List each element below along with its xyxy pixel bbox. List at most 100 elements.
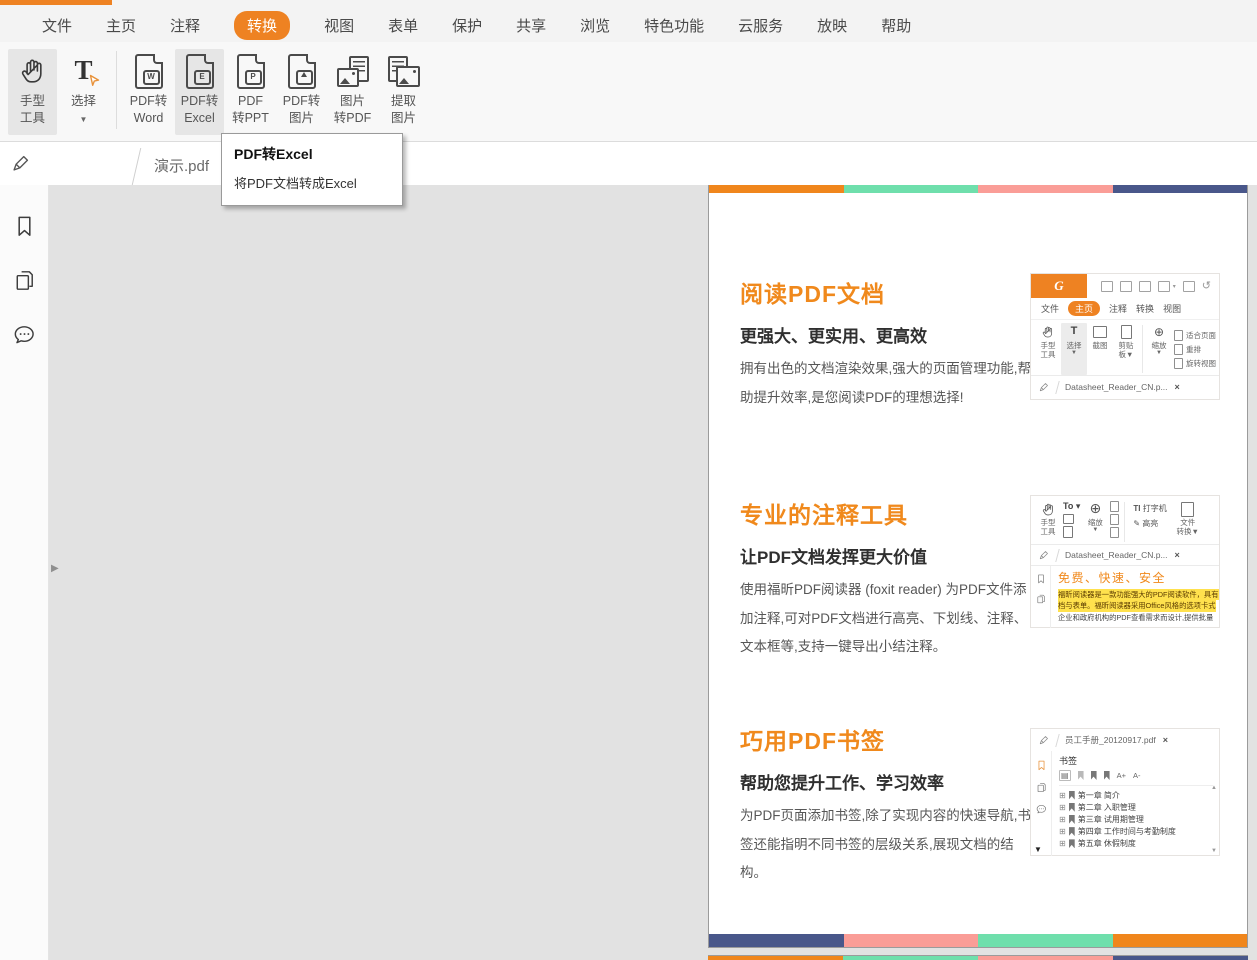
mini-select-tool: T 选择▼ [1061,323,1087,375]
menu-item-present[interactable]: 放映 [817,15,847,36]
pdf-to-ppt-button[interactable]: P PDF 转PPT [226,49,275,135]
section-heading: 专业的注释工具 [740,496,1032,530]
list-icon: ▤ [1059,770,1071,781]
tool-label: 转PPT [232,111,269,125]
close-icon: × [1175,550,1180,560]
text-larger-icon: A+ [1117,771,1126,780]
foxit-reader-window: 文件 主页 注释 转换 视图 表单 保护 共享 浏览 特色功能 云服务 放映 帮… [0,0,1257,960]
pencil-edit-icon[interactable] [10,152,32,174]
menu-item-form[interactable]: 表单 [388,15,418,36]
page-top-color-bar [708,956,1248,960]
screenshot-reader-ui: G ▾ ↺ 文件 主页 注释 转 [1030,273,1220,400]
text-smaller-icon: A- [1133,771,1141,780]
tab-slant [1055,734,1059,747]
clipboard-icon [1063,526,1073,538]
caret-down-icon: ▾ [1173,283,1176,290]
menu-item-help[interactable]: 帮助 [881,15,911,36]
open-icon [1101,281,1113,292]
highlight-pen-icon: ✎ [1133,519,1140,528]
screenshot-bookmarks-ui: 员工手册_20120917.pdf × ▼ 书签 [1030,728,1220,856]
section-read-pdf: 阅读PDF文档 更强大、更实用、更高效 拥有出色的文档渲染效果,强大的页面管理功… [740,275,1032,412]
snapshot-icon [1093,323,1107,341]
section-body: 为PDF页面添加书签,除了实现内容的快速导航,书签还能指明不同书签的层级关系,展… [740,802,1032,888]
accent-bar [0,0,112,5]
menu-item-convert-active[interactable]: 转换 [234,11,290,40]
panel-expand-arrow[interactable]: ▶ [51,563,59,574]
scroll-down-icon: ▼ [1211,848,1217,854]
bookmark-icon-active [1035,759,1048,772]
close-icon: × [1163,735,1168,745]
menu-item-features[interactable]: 特色功能 [644,15,704,36]
typewriter-tool: TI 打字机 [1133,503,1166,514]
mini-tab-filename: Datasheet_Reader_CN.p... [1065,550,1168,560]
pdf-to-image-button[interactable]: PDF转图片 [277,49,326,135]
menu-item-cloud[interactable]: 云服务 [738,15,783,36]
menu-item-home[interactable]: 主页 [106,15,136,36]
menu-item-share[interactable]: 共享 [516,15,546,36]
bookmarks-panel-button[interactable] [11,213,38,240]
bookmark-icon [1069,791,1075,800]
screenshot-annotation-ui: 手型工具 To ▾ ⊕ 缩放▼ [1030,495,1220,628]
toolbar-separator [116,51,117,129]
close-icon: × [1175,382,1180,392]
hand-icon [18,49,48,93]
page-icon [1183,281,1195,292]
dropdown-caret: ▼ [80,115,88,124]
bookmark-icon [1069,803,1075,812]
menu-item-view[interactable]: 视图 [324,15,354,36]
menu-items: 文件 主页 注释 转换 视图 表单 保护 共享 浏览 特色功能 云服务 放映 帮… [0,0,1257,46]
pdf-to-excel-button[interactable]: E PDF转Excel [175,49,224,135]
tool-label: PDF转 [181,94,219,108]
cursor-icon [88,74,101,87]
scroll-up-icon: ▲ [1211,785,1217,791]
rotate-view-icon [1174,358,1183,369]
tool-label: 手型 [20,94,45,108]
menu-item-comment[interactable]: 注释 [170,15,200,36]
section-subheading: 更强大、更实用、更高效 [740,322,1032,347]
tool-label: PDF转 [130,94,168,108]
menu-item-protect[interactable]: 保护 [452,15,482,36]
zoom-icon: ⊕ [1089,500,1101,518]
mini-zoom-tool: ⊕ 缩放▼ [1146,323,1172,375]
mini-tab-filename: Datasheet_Reader_CN.p... [1065,382,1168,392]
tool-label: Word [134,111,164,125]
comment-icon [1035,803,1048,816]
image-to-pdf-button[interactable]: 图片转PDF [328,49,377,135]
foxit-logo: G [1031,274,1087,298]
mini-menu-convert: 转换 [1136,302,1154,315]
pages-icon [1035,593,1047,605]
section-heading: 阅读PDF文档 [740,275,1032,309]
mini-doc-heading: 免费、快速、安全 [1058,569,1215,586]
bookmark-down-icon [1104,771,1110,780]
hand-icon [1041,500,1056,518]
badge-p: P [245,70,262,85]
reflow-icon [1174,344,1183,355]
tool-label: PDF [238,94,263,108]
mini-menu-view: 视图 [1163,302,1181,315]
bookmark-row: ⊞第三章 试用期管理 [1059,813,1213,825]
bookmark-row: ⊞第一章 简介 [1059,789,1213,801]
menu-item-browse[interactable]: 浏览 [580,15,610,36]
menu-item-file[interactable]: 文件 [42,15,72,36]
fit-page-icon [1174,330,1183,341]
menu-bar: 文件 主页 注释 转换 视图 表单 保护 共享 浏览 特色功能 云服务 放映 帮… [0,0,1257,43]
pages-panel-button[interactable] [11,267,38,294]
pencil-edit-icon [1038,381,1050,393]
pdf-to-word-button[interactable]: W PDF转Word [124,49,173,135]
select-tool-button[interactable]: T 选择▼ [59,49,108,135]
zoom-icon: ⊕ [1154,323,1164,341]
tooltip-title: PDF转Excel [234,144,390,164]
extract-image-button[interactable]: 提取图片 [379,49,428,135]
document-canvas[interactable]: 阅读PDF文档 更强大、更实用、更高效 拥有出色的文档渲染效果,强大的页面管理功… [49,185,1257,960]
tooltip-description: 将PDF文档转成Excel [234,173,390,192]
bookmark-icon [1069,827,1075,836]
tool-label: 转PDF [334,111,372,125]
hand-tool-button[interactable]: 手型工具 [8,49,57,135]
mini-tab-row: 员工手册_20120917.pdf × [1031,729,1219,751]
comments-panel-button[interactable] [11,322,38,349]
pdf-to-image-icon [288,54,316,89]
pdf-page-next [708,955,1248,960]
section-subheading: 让PDF文档发挥更大价值 [740,543,1032,568]
select-text-icon: To ▾ [1063,501,1080,512]
file-convert-icon [1181,500,1194,518]
